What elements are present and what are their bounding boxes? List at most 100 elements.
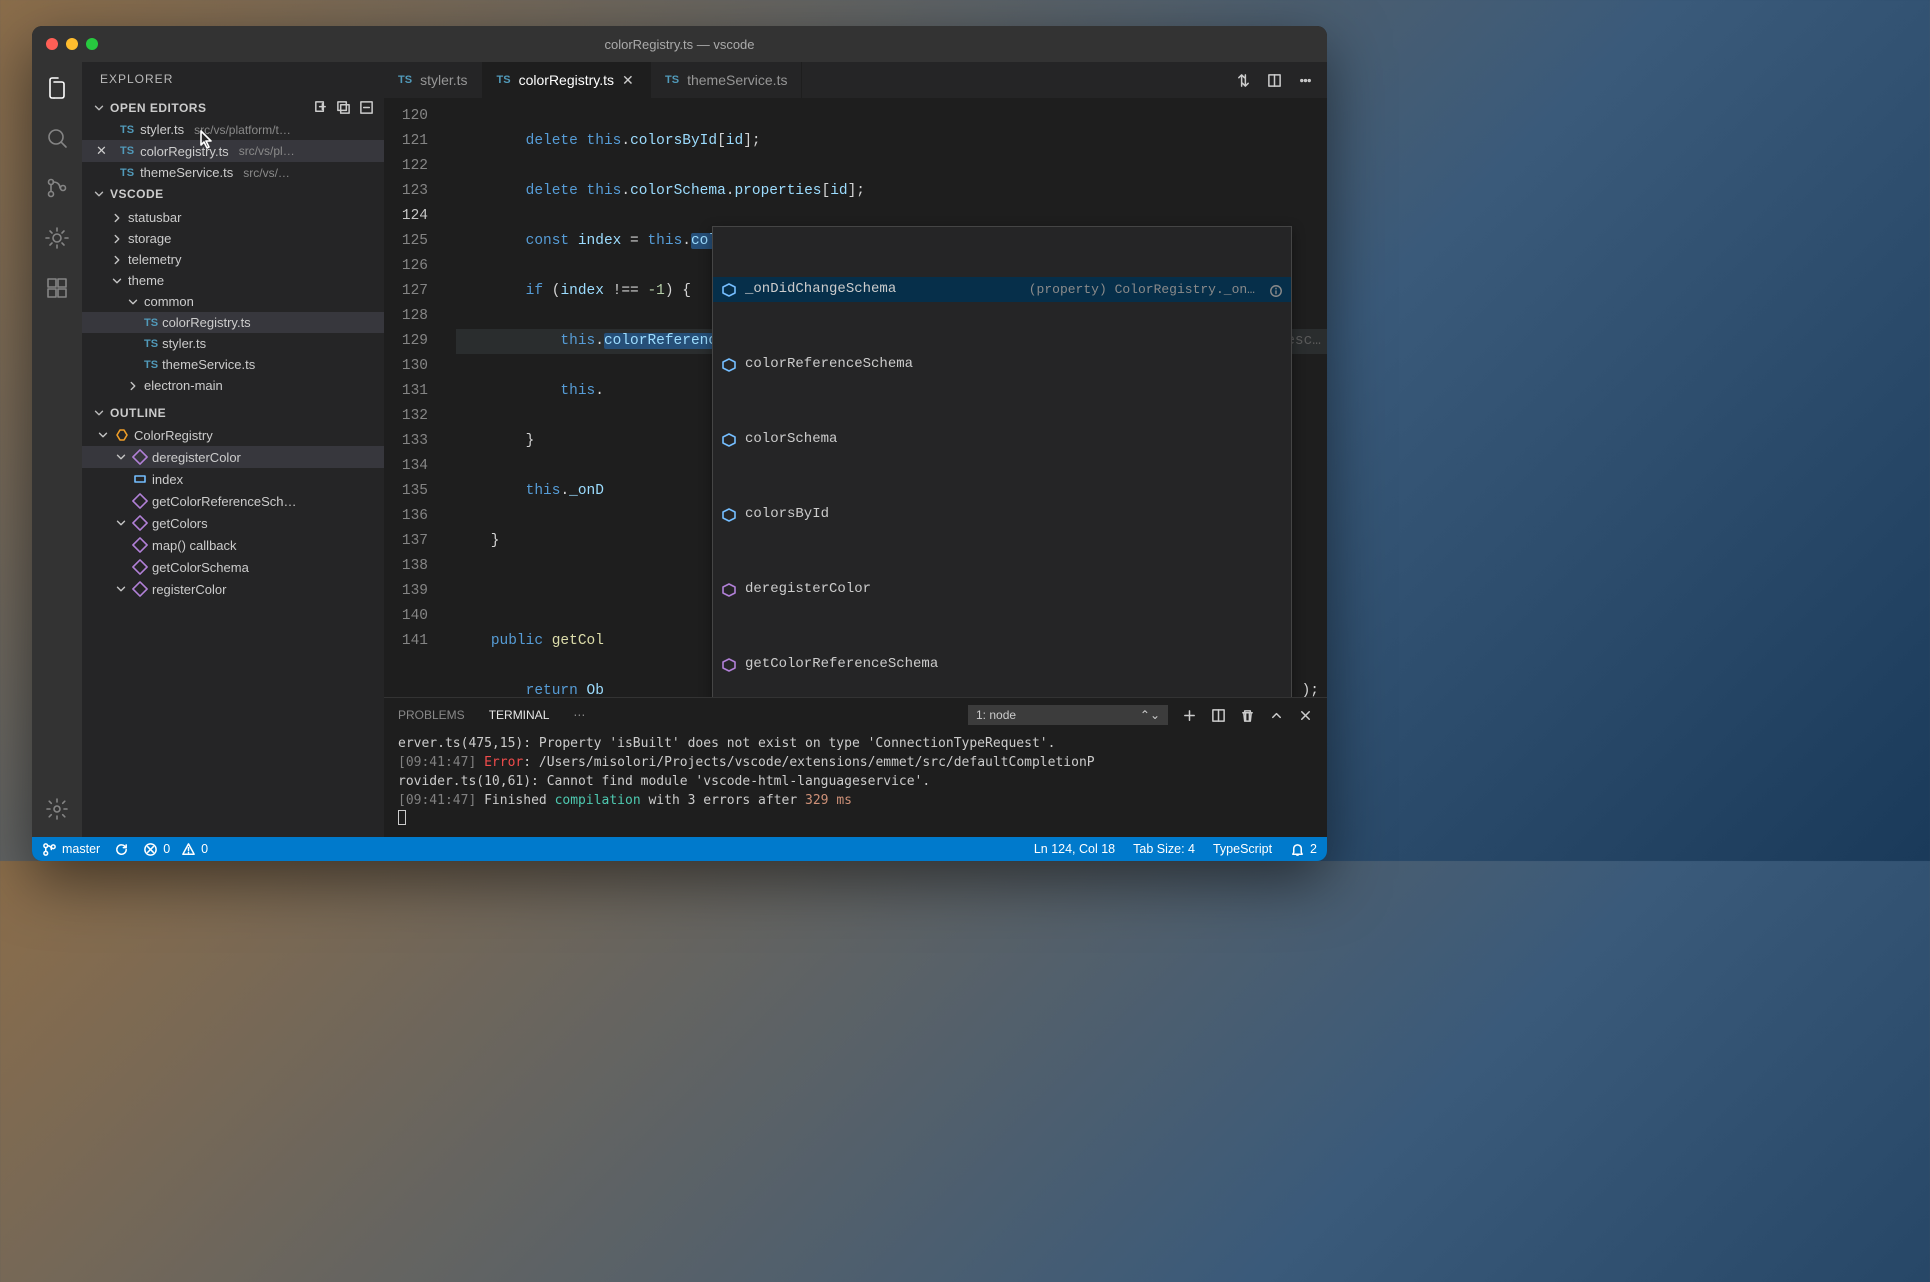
tab-styler[interactable]: TSstyler.ts [384, 62, 483, 98]
new-terminal-icon[interactable] [1182, 708, 1197, 723]
close-editor-icon[interactable]: ✕ [96, 143, 110, 159]
panel-tab-terminal[interactable]: TERMINAL [489, 708, 550, 722]
open-editor-item[interactable]: ✕ TS colorRegistry.ts src/vs/pl… [82, 140, 384, 162]
folder-telemetry[interactable]: telemetry [82, 249, 384, 270]
status-tabsize[interactable]: Tab Size: 4 [1133, 842, 1195, 857]
panel-tab-problems[interactable]: PROBLEMS [398, 708, 465, 722]
open-editor-item[interactable]: TS styler.ts src/vs/platform/t… [82, 119, 384, 140]
search-icon[interactable] [43, 124, 71, 152]
extensions-icon[interactable] [43, 274, 71, 302]
folder-statusbar[interactable]: statusbar [82, 207, 384, 228]
explorer-icon[interactable] [43, 74, 71, 102]
class-symbol-icon [114, 427, 130, 443]
window-title: colorRegistry.ts — vscode [604, 37, 754, 52]
field-symbol-icon [721, 432, 737, 448]
status-language[interactable]: TypeScript [1213, 842, 1272, 857]
close-tab-icon[interactable]: ✕ [622, 72, 636, 89]
folder-theme[interactable]: theme [82, 270, 384, 291]
suggestion-item[interactable]: deregisterColor [713, 577, 1291, 602]
chevron-down-icon [110, 274, 124, 288]
outline-class[interactable]: ColorRegistry [82, 424, 384, 446]
chevron-down-icon [114, 582, 128, 596]
collapse-all-icon[interactable] [359, 100, 374, 115]
suggestion-item[interactable]: colorSchema [713, 427, 1291, 452]
outline-method[interactable]: registerColor [82, 578, 384, 600]
tab-themeservice[interactable]: TSthemeService.ts [651, 62, 802, 98]
debug-icon[interactable] [43, 224, 71, 252]
status-notifications[interactable]: 2 [1290, 842, 1317, 857]
panel-more-icon[interactable]: ⋯ [573, 708, 585, 722]
ts-file-icon: TS [398, 74, 412, 86]
split-editor-icon[interactable] [1267, 73, 1282, 88]
outline-method[interactable]: map() callback [82, 534, 384, 556]
chevron-down-icon [96, 428, 110, 442]
method-symbol-icon [132, 559, 148, 575]
chevron-down-icon [92, 101, 106, 115]
ts-file-icon: TS [120, 145, 134, 157]
chevron-right-icon [126, 379, 140, 393]
close-window-button[interactable] [46, 38, 58, 50]
editor-tabs: TSstyler.ts TScolorRegistry.ts✕ TSthemeS… [384, 62, 1327, 98]
outline-method[interactable]: getColors [82, 512, 384, 534]
tab-colorregistry[interactable]: TScolorRegistry.ts✕ [483, 62, 652, 98]
method-symbol-icon [132, 515, 148, 531]
ts-file-icon: TS [665, 74, 679, 86]
status-sync[interactable] [114, 842, 129, 857]
save-all-icon[interactable] [336, 100, 351, 115]
file-colorregistry[interactable]: TScolorRegistry.ts [82, 312, 384, 333]
split-terminal-icon[interactable] [1211, 708, 1226, 723]
suggestion-item[interactable]: _onDidChangeSchema(property) ColorRegist… [713, 277, 1291, 302]
folder-electron-main[interactable]: electron-main [82, 375, 384, 396]
ts-file-icon: TS [144, 317, 158, 329]
method-symbol-icon [132, 537, 148, 553]
code-content[interactable]: delete this.colorsById[id]; delete this.… [444, 98, 1327, 697]
folder-common[interactable]: common [82, 291, 384, 312]
chevron-down-icon [92, 406, 106, 420]
suggestion-item[interactable]: colorsById [713, 502, 1291, 527]
outline-method[interactable]: getColorSchema [82, 556, 384, 578]
open-editor-item[interactable]: TS themeService.ts src/vs/… [82, 162, 384, 183]
ts-file-icon: TS [144, 338, 158, 350]
kill-terminal-icon[interactable] [1240, 708, 1255, 723]
outline-method[interactable]: deregisterColor [82, 446, 384, 468]
file-styler[interactable]: TSstyler.ts [82, 333, 384, 354]
maximize-window-button[interactable] [86, 38, 98, 50]
chevron-down-icon [114, 516, 128, 530]
bottom-panel: PROBLEMS TERMINAL ⋯ 1: node⌃⌄ erver.ts(4… [384, 697, 1327, 837]
chevron-right-icon [110, 211, 124, 225]
compare-changes-icon[interactable] [1236, 73, 1251, 88]
outline-header[interactable]: OUTLINE [82, 402, 384, 424]
chevron-down-icon [92, 187, 106, 201]
status-branch[interactable]: master [42, 842, 100, 857]
outline-variable[interactable]: index [82, 468, 384, 490]
close-panel-icon[interactable] [1298, 708, 1313, 723]
ts-file-icon: TS [120, 167, 134, 179]
outline-method[interactable]: getColorReferenceSch… [82, 490, 384, 512]
file-themeservice[interactable]: TSthemeService.ts [82, 354, 384, 375]
code-editor[interactable]: 120121122123 124125126127 128129130131 1… [384, 98, 1327, 697]
ts-file-icon: TS [120, 124, 134, 136]
new-file-icon[interactable] [313, 100, 328, 115]
folder-storage[interactable]: storage [82, 228, 384, 249]
more-actions-icon[interactable] [1298, 73, 1313, 88]
status-lncol[interactable]: Ln 124, Col 18 [1034, 842, 1115, 857]
terminal-output[interactable]: erver.ts(475,15): Property 'isBuilt' doe… [384, 732, 1327, 837]
chevron-right-icon [110, 232, 124, 246]
open-editors-header[interactable]: OPEN EDITORS [82, 96, 384, 119]
info-icon[interactable] [1269, 283, 1283, 297]
source-control-icon[interactable] [43, 174, 71, 202]
status-problems[interactable]: 00 [143, 842, 208, 857]
suggestion-item[interactable]: colorReferenceSchema [713, 352, 1291, 377]
workspace-folder-header[interactable]: VSCODE [82, 183, 384, 205]
settings-gear-icon[interactable] [43, 795, 71, 823]
terminal-selector[interactable]: 1: node⌃⌄ [968, 705, 1168, 725]
field-symbol-icon [721, 282, 737, 298]
sidebar-title: EXPLORER [82, 62, 384, 96]
method-symbol-icon [721, 657, 737, 673]
minimize-window-button[interactable] [66, 38, 78, 50]
ts-file-icon: TS [497, 74, 511, 86]
bell-icon [1290, 842, 1305, 857]
suggestion-item[interactable]: getColorReferenceSchema [713, 652, 1291, 677]
maximize-panel-icon[interactable] [1269, 708, 1284, 723]
intellisense-suggest[interactable]: _onDidChangeSchema(property) ColorRegist… [712, 226, 1292, 697]
